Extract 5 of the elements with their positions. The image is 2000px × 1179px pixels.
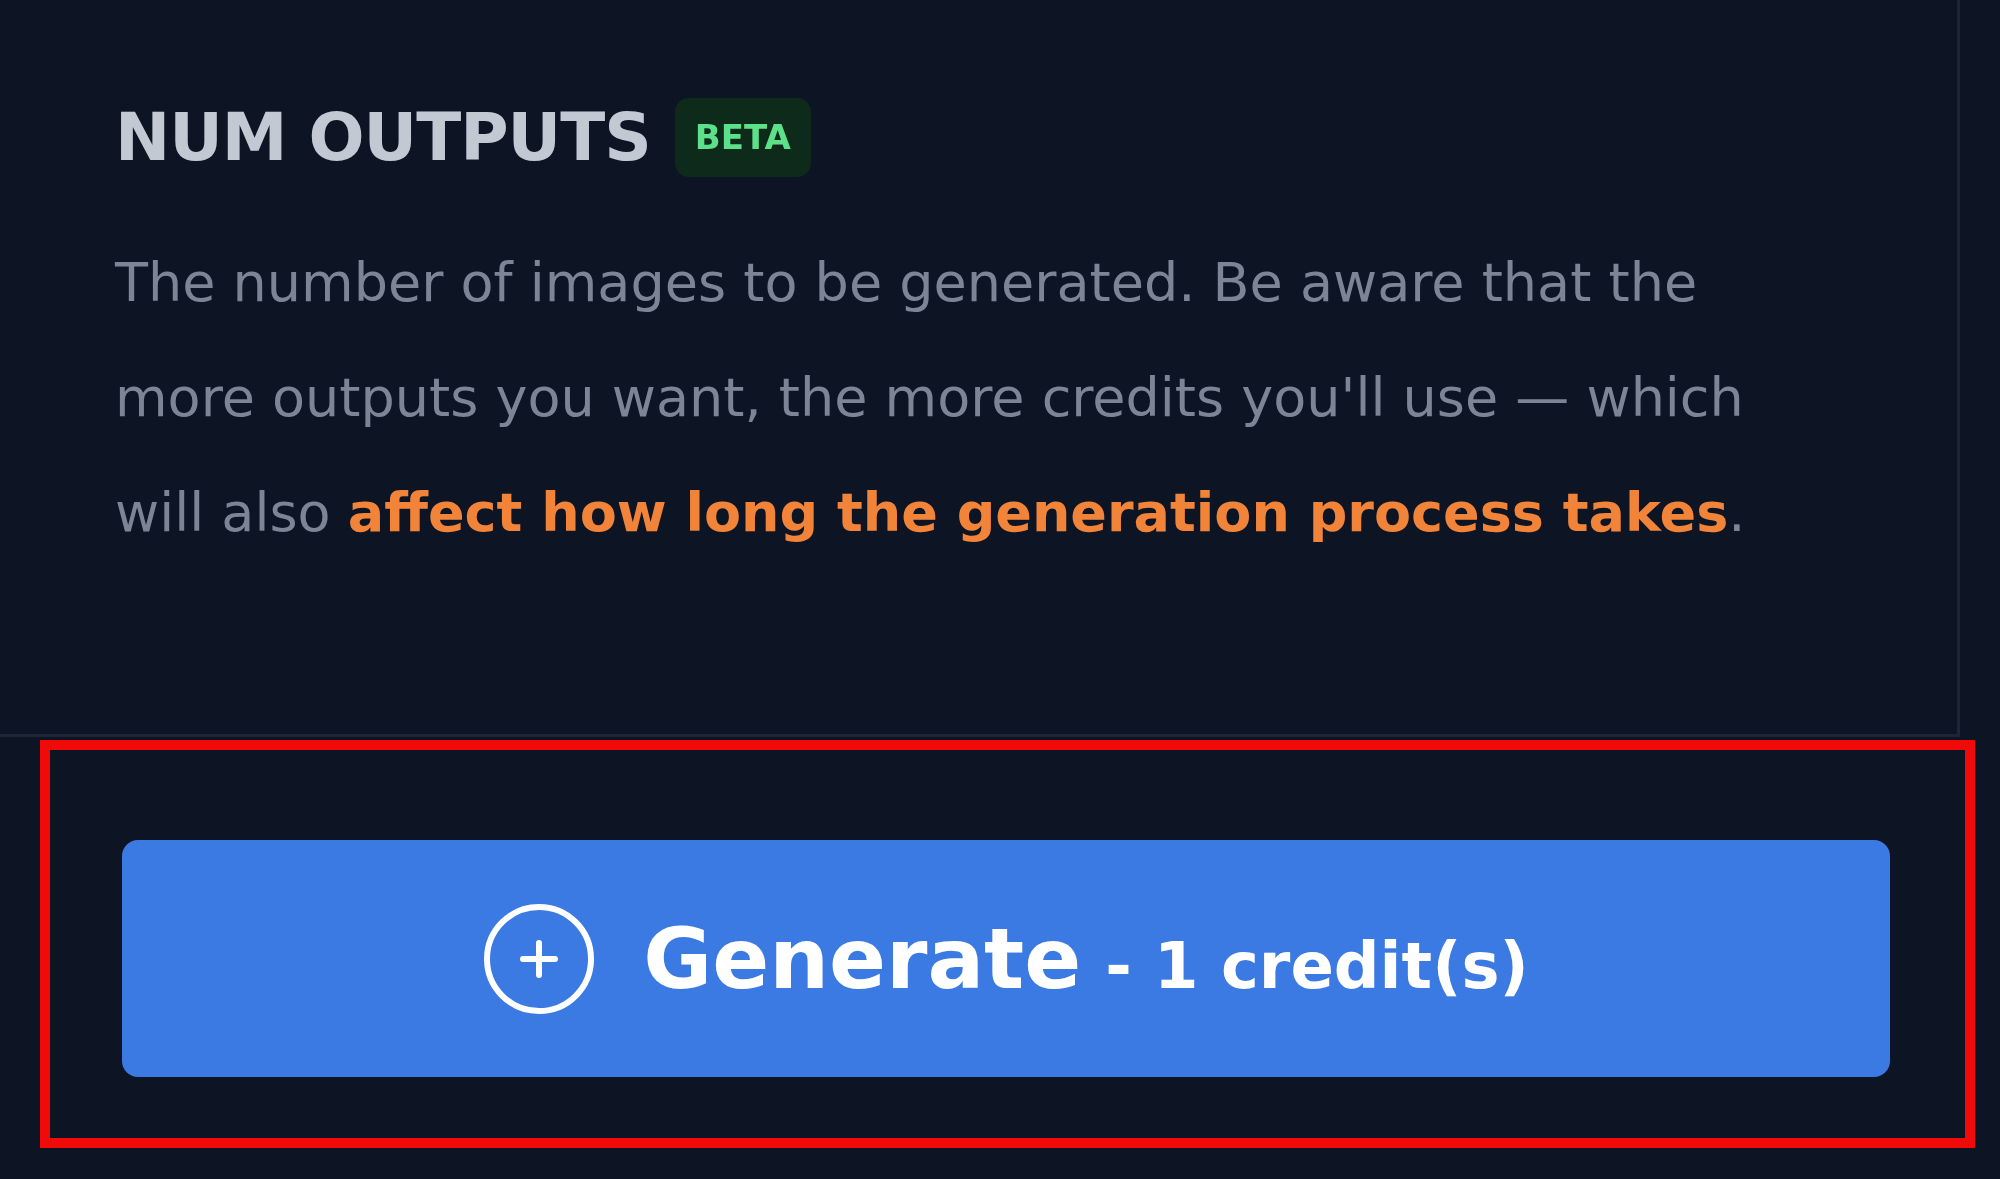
field-title: NUM OUTPUTS (115, 98, 651, 178)
generate-button[interactable]: Generate - 1 credit(s) (122, 840, 1890, 1077)
plus-circle-icon (483, 902, 596, 1015)
beta-badge: BETA (674, 98, 811, 177)
field-description: The number of images to be generated. Be aware that the more outputs you want, the more credits you'll use — which will also affect how long the generation process takes. (115, 250, 1747, 546)
